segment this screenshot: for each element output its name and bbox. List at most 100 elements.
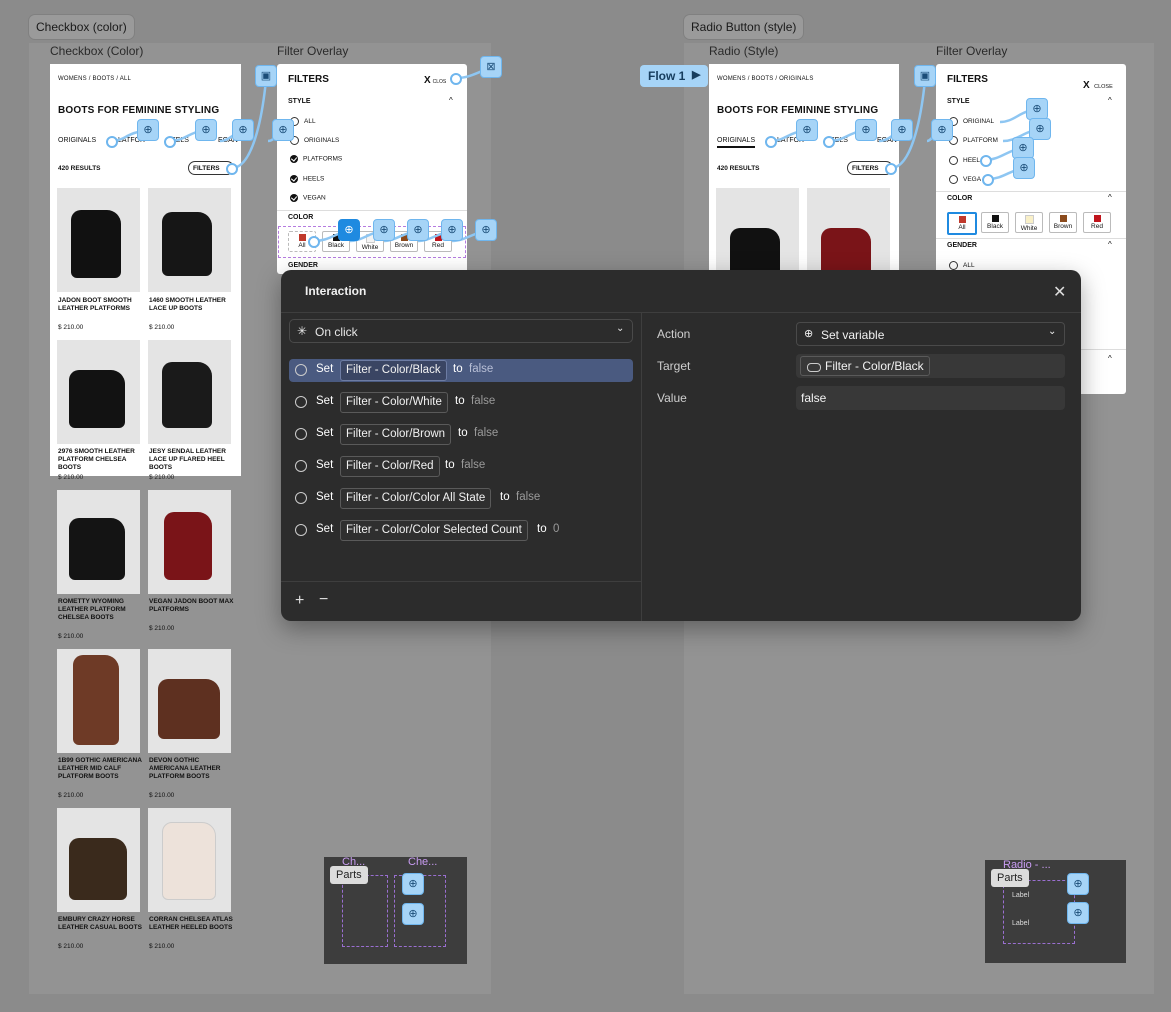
set-variable-node-icon[interactable]: ⊕ <box>475 219 497 241</box>
overlay-trigger-icon[interactable]: ▣ <box>255 65 277 87</box>
set-variable-node-icon[interactable]: ⊕ <box>931 119 953 141</box>
set-variable-node-icon[interactable]: ⊕ <box>891 119 913 141</box>
remove-action-button[interactable]: − <box>319 591 328 609</box>
set-variable-node-icon[interactable]: ⊕ <box>195 119 217 141</box>
product-name[interactable]: 1B99 GOTHIC AMERICANA LEATHER MID CALF P… <box>58 757 144 781</box>
chevron-up-icon[interactable]: ^ <box>1108 193 1112 202</box>
set-variable-node-icon[interactable]: ⊕ <box>402 903 424 925</box>
overlay-trigger-icon[interactable]: ▣ <box>914 65 936 87</box>
set-variable-node-icon[interactable]: ⊕ <box>441 219 463 241</box>
product-name[interactable]: ROMETTY WYOMING LEATHER PLATFORM CHELSEA… <box>58 598 144 622</box>
product-image[interactable] <box>148 649 231 753</box>
variable-pill[interactable]: Filter - Color/Black <box>340 360 447 381</box>
action-select[interactable]: ⊕ Set variable ⌄ <box>796 322 1065 346</box>
connection-dot[interactable] <box>765 136 777 148</box>
set-variable-node-icon[interactable]: ⊕ <box>1013 157 1035 179</box>
color-swatch-red[interactable]: Red <box>1083 212 1111 233</box>
set-variable-node-icon[interactable]: ⊕ <box>407 219 429 241</box>
color-swatch-brown[interactable]: Brown <box>1049 212 1077 233</box>
style-option-originals[interactable]: ORIGINALS <box>290 136 339 145</box>
action-row[interactable]: Set Filter - Color/Black to false <box>289 359 633 382</box>
product-image[interactable] <box>807 188 890 274</box>
product-name[interactable]: DEVON GOTHIC AMERICANA LEATHER PLATFORM … <box>149 757 235 781</box>
set-variable-node-icon[interactable]: ⊕ <box>272 119 294 141</box>
variable-pill[interactable]: Filter - Color/White <box>340 392 448 413</box>
action-row[interactable]: Set Filter - Color/Red to false <box>289 455 633 478</box>
chevron-up-icon[interactable]: ^ <box>1108 240 1112 249</box>
add-action-button[interactable]: + <box>295 592 304 610</box>
set-variable-node-icon[interactable]: ⊕ <box>1067 873 1089 895</box>
connection-dot[interactable] <box>450 73 462 85</box>
product-name[interactable]: EMBURY CRAZY HORSE LEATHER CASUAL BOOTS <box>58 916 144 932</box>
chevron-up-icon[interactable]: ^ <box>449 96 453 105</box>
tab-originals[interactable]: ORIGINALS <box>717 137 756 148</box>
style-option-vegan[interactable]: VEGA <box>949 175 981 184</box>
connection-dot[interactable] <box>982 174 994 186</box>
product-image[interactable] <box>57 188 140 292</box>
connection-dot[interactable] <box>106 136 118 148</box>
tab-originals[interactable]: ORIGINALS <box>58 137 96 144</box>
close-overlay-icon[interactable]: ⊠ <box>480 56 502 78</box>
product-image[interactable] <box>57 808 140 912</box>
set-variable-node-icon[interactable]: ⊕ <box>232 119 254 141</box>
close-icon[interactable]: ✕ <box>1053 282 1066 302</box>
target-pill[interactable]: Filter - Color/Black <box>800 356 930 376</box>
set-variable-node-icon[interactable]: ⊕ <box>402 873 424 895</box>
set-variable-node-icon[interactable]: ⊕ <box>1026 98 1048 120</box>
style-option-heels[interactable]: HEELS <box>290 175 324 183</box>
set-variable-node-icon[interactable]: ⊕ <box>796 119 818 141</box>
color-swatch-white[interactable]: White <box>1015 212 1043 233</box>
chevron-up-icon[interactable]: ^ <box>1108 96 1112 105</box>
flow-start-tag[interactable]: Flow 1 ▶ <box>640 65 708 87</box>
filter-overlay-left[interactable]: FILTERS X CLOS STYLE ^ ALL ORIGINALS PLA… <box>277 64 467 274</box>
frame-label-overlay-left[interactable]: Filter Overlay <box>277 44 348 58</box>
close-button[interactable]: X CLOSE <box>1083 75 1113 93</box>
product-name[interactable]: CORRAN CHELSEA ATLAS LEATHER HEELED BOOT… <box>149 916 235 932</box>
product-image[interactable] <box>57 340 140 444</box>
set-variable-node-icon[interactable]: ⊕ <box>1012 137 1034 159</box>
connection-dot[interactable] <box>308 236 320 248</box>
action-row[interactable]: Set Filter - Color/Color All State to fa… <box>289 487 633 510</box>
interaction-panel[interactable]: Interaction ✕ ✳ On click ⌄ Set Filter - … <box>281 270 1081 621</box>
product-name[interactable]: JESY SENDAL LEATHER LACE UP FLARED HEEL … <box>149 448 235 472</box>
variable-pill[interactable]: Filter - Color/Brown <box>340 424 452 445</box>
gender-option-all[interactable]: ALL <box>949 261 975 270</box>
product-image[interactable] <box>716 188 799 274</box>
color-swatch-all[interactable]: All <box>947 212 977 235</box>
section-tag-radio[interactable]: Radio Button (style) <box>684 15 804 39</box>
style-option-platforms[interactable]: PLATFORMS <box>290 155 342 163</box>
action-row[interactable]: Set Filter - Color/Brown to false <box>289 423 633 446</box>
close-button[interactable]: X CLOS <box>424 75 446 86</box>
connection-dot[interactable] <box>980 155 992 167</box>
connection-dot[interactable] <box>823 136 835 148</box>
product-name[interactable]: JADON BOOT SMOOTH LEATHER PLATFORMS <box>58 297 144 313</box>
parts-tag[interactable]: Parts <box>991 869 1029 887</box>
parts-tag[interactable]: Parts <box>330 866 368 884</box>
style-option-heels[interactable]: HEEL <box>949 156 980 165</box>
style-option-vegan[interactable]: VEGAN <box>290 194 326 202</box>
frame-label-checkbox[interactable]: Checkbox (Color) <box>50 44 143 58</box>
connection-dot[interactable] <box>164 136 176 148</box>
trigger-select[interactable]: ✳ On click ⌄ <box>289 319 633 343</box>
set-variable-node-icon[interactable]: ⊕ <box>373 219 395 241</box>
variable-pill[interactable]: Filter - Color/Color All State <box>340 488 492 509</box>
color-swatch-black[interactable]: Black <box>981 212 1009 233</box>
connection-dot[interactable] <box>226 163 238 175</box>
variable-pill[interactable]: Filter - Color/Color Selected Count <box>340 520 528 541</box>
connection-dot[interactable] <box>885 163 897 175</box>
style-option-originals[interactable]: ORIGINAL <box>949 117 994 126</box>
product-image[interactable] <box>148 340 231 444</box>
action-row[interactable]: Set Filter - Color/Color Selected Count … <box>289 519 633 542</box>
product-image[interactable] <box>148 808 231 912</box>
set-variable-node-icon[interactable]: ⊕ <box>1029 118 1051 140</box>
frame-label-overlay-right[interactable]: Filter Overlay <box>936 44 1007 58</box>
product-image[interactable] <box>148 490 231 594</box>
product-image[interactable] <box>57 490 140 594</box>
product-image[interactable] <box>57 649 140 753</box>
value-field[interactable]: false <box>796 386 1065 410</box>
set-variable-node-icon[interactable]: ⊕ <box>1067 902 1089 924</box>
set-variable-node-icon[interactable]: ⊕ <box>338 219 360 241</box>
action-row[interactable]: Set Filter - Color/White to false <box>289 391 633 414</box>
product-name[interactable]: 1460 SMOOTH LEATHER LACE UP BOOTS <box>149 297 235 313</box>
target-field[interactable]: Filter - Color/Black <box>796 354 1065 378</box>
